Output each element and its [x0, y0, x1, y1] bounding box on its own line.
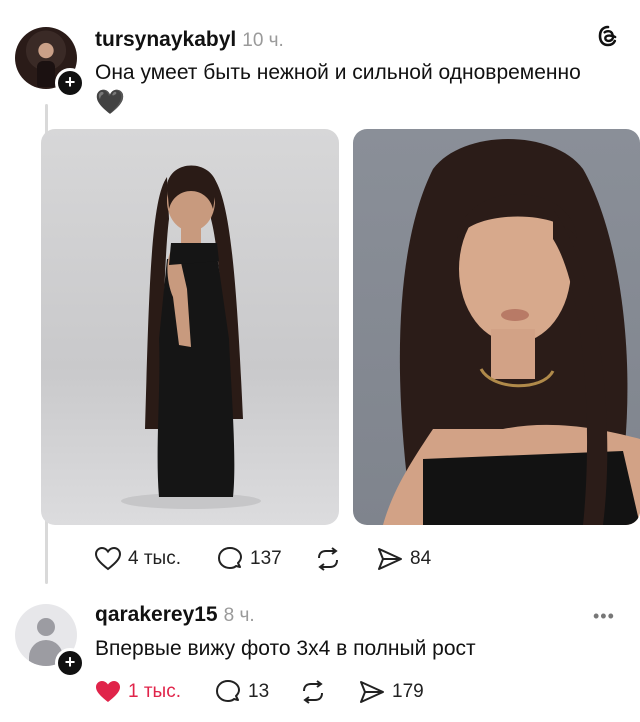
more-options-icon[interactable]: •••	[593, 606, 615, 627]
reply-timestamp: 8 ч.	[223, 605, 255, 626]
heart-filled-icon	[96, 681, 120, 702]
reply-comment-count: 13	[248, 681, 270, 702]
post-caption: Она умеет быть нежной и сильной одноврем…	[95, 61, 581, 84]
post-text: Она умеет быть нежной и сильной одноврем…	[95, 58, 615, 119]
like-count: 4 тыс.	[128, 548, 181, 569]
username[interactable]: tursynaykabyl	[95, 28, 236, 51]
share-count: 84	[410, 548, 432, 569]
timestamp: 10 ч.	[242, 30, 284, 51]
full-length-portrait-illustration	[121, 165, 261, 509]
reply-username[interactable]: qarakerey15	[95, 603, 218, 626]
repost-arrows-icon	[318, 547, 338, 571]
comment-count: 137	[250, 548, 282, 569]
follow-plus-icon[interactable]: +	[55, 648, 85, 678]
repost-button[interactable]	[314, 546, 348, 572]
send-icon	[378, 548, 402, 570]
share-button[interactable]: 84	[376, 546, 431, 572]
post-photo-2[interactable]	[353, 129, 640, 525]
threads-logo-icon[interactable]	[596, 24, 620, 48]
follow-plus-icon[interactable]: +	[55, 68, 85, 98]
reply-text: Впервые вижу фото 3х4 в полный рост	[95, 637, 476, 660]
reply-comment-button[interactable]: 13	[214, 679, 269, 705]
like-button[interactable]: 4 тыс.	[94, 546, 181, 572]
comment-bubble-icon	[218, 547, 242, 569]
reply-repost-button[interactable]	[299, 679, 333, 705]
reply-like-button[interactable]: 1 тыс.	[94, 679, 181, 705]
heart-icon	[94, 546, 122, 571]
reply-share-button[interactable]: 179	[358, 679, 424, 705]
black-heart-emoji: 🖤	[95, 89, 125, 116]
comment-button[interactable]: 137	[216, 546, 282, 572]
reply-like-count: 1 тыс.	[128, 681, 181, 702]
send-icon	[360, 681, 384, 703]
post-header: tursynaykabyl 10 ч.	[95, 28, 284, 52]
repost-arrows-icon	[303, 680, 323, 704]
closeup-portrait-illustration	[383, 139, 640, 525]
reply-share-count: 179	[392, 681, 424, 702]
avatar-head-shape	[37, 618, 55, 636]
comment-bubble-icon	[216, 680, 240, 702]
reply-header: qarakerey15 8 ч.	[95, 603, 255, 627]
post-photo-1[interactable]	[41, 129, 339, 525]
